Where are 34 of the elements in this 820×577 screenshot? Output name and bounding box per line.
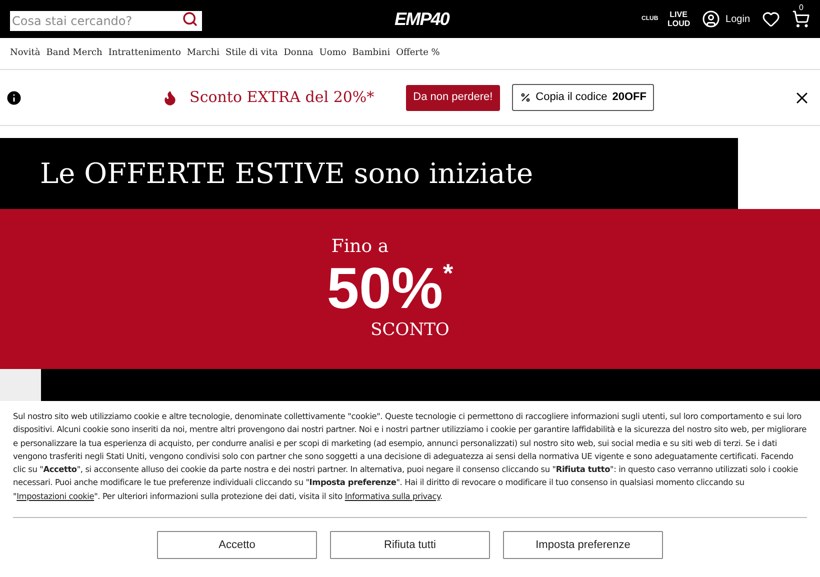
nav-link[interactable]: Marchi	[186, 46, 220, 60]
nav-link[interactable]: Bambini	[352, 46, 390, 60]
asterisk: *	[442, 260, 454, 286]
upto-text: Fino a	[331, 235, 389, 259]
cookie-text: Sul nostro sito web utilizziamo cookie e altre tecnologie, denominate collettivamente "cookie". Queste tecnologie ci permettono di raccogliere informazioni sugli utenti, sul loro comportamento e sui loro dispositivi. Alcuni cookie sono inseriti da noi, mentre altri provengono dai nostri partner. Noi e i nostri partner utilizziamo i cookie per garantire laffidabilità e la sicurezza del nostro sito web, per migliorare e personalizzare la tua esperienza di acquisto, per condurre analisi e per scopi di marketing (ad esempio, annunci personalizzati) sul nostro sito web, sui social media e su siti web di terzi. Se i dati vengono trasferiti negli Stati Uniti, vengono condivisi solo con partner che sono soggetti a una decisione di adeguatezza ai sensi della normativa UE vigente e sono adeguatamente certificati. Facendo clic su "Accetto", si acconsente alluso dei cookie da parte nostra e dei nostri partner. In alternativa, puoi negare il consenso cliccando su "Rifiuta tutto": in questo caso verranno utilizzati solo i cookie necessari. Puoi anche modificare le tue preferenze individuali cliccando su "Imposta preferenze". Hai il diritto di revocare o modificare il tuo consenso in qualsiasi momento cliccando su "Impostazioni cookie". Per ulteriori informazioni sulla protezione dei dati, visita il sito Informativa sulla privacy.	[13, 410, 807, 503]
wishlist-icon[interactable]	[762, 10, 780, 28]
search-icon[interactable]	[182, 11, 198, 27]
live-loud-link[interactable]: LIVE LOUD	[668, 10, 690, 28]
promo-text: Sconto EXTRA del 20%*	[190, 87, 374, 108]
logo[interactable]: EMP40	[394, 6, 450, 32]
cookie-link[interactable]: Impostazioni cookie	[16, 490, 94, 501]
flame-icon	[162, 90, 178, 106]
copy-code-button[interactable]: Copia il codice 20OFF	[512, 84, 654, 111]
cart-count: 0	[799, 2, 804, 14]
cookie-link[interactable]: Informativa sulla privacy	[344, 490, 440, 501]
login-link[interactable]: Login	[726, 12, 750, 26]
user-icon[interactable]	[702, 10, 720, 28]
nav-link[interactable]: Donna	[284, 46, 314, 60]
nav-link[interactable]: Offerte %	[396, 46, 440, 60]
headline: Le OFFERTE ESTIVE sono iniziate	[40, 156, 534, 192]
nav-link[interactable]: Intrattenimento	[108, 46, 181, 60]
search-field[interactable]: Cosa stai cercando?	[10, 11, 202, 31]
cookie-button[interactable]: Rifiuta tutti	[330, 531, 490, 560]
nav-link[interactable]: Uomo	[319, 46, 346, 60]
discount-text: SCONTO	[370, 319, 450, 342]
nav-link[interactable]: Novità	[10, 46, 40, 60]
percent-text: 50%	[326, 260, 443, 318]
info-icon[interactable]	[5, 88, 23, 106]
nav-link[interactable]: Band Merch	[46, 46, 102, 60]
cookie-button[interactable]: Accetto	[157, 531, 317, 560]
nav-link[interactable]: Stile di vita	[226, 46, 278, 60]
cookie-button[interactable]: Imposta preferenze	[503, 531, 663, 560]
cart-icon[interactable]	[792, 10, 810, 28]
promo-button[interactable]: Da non perdere!	[406, 84, 500, 110]
